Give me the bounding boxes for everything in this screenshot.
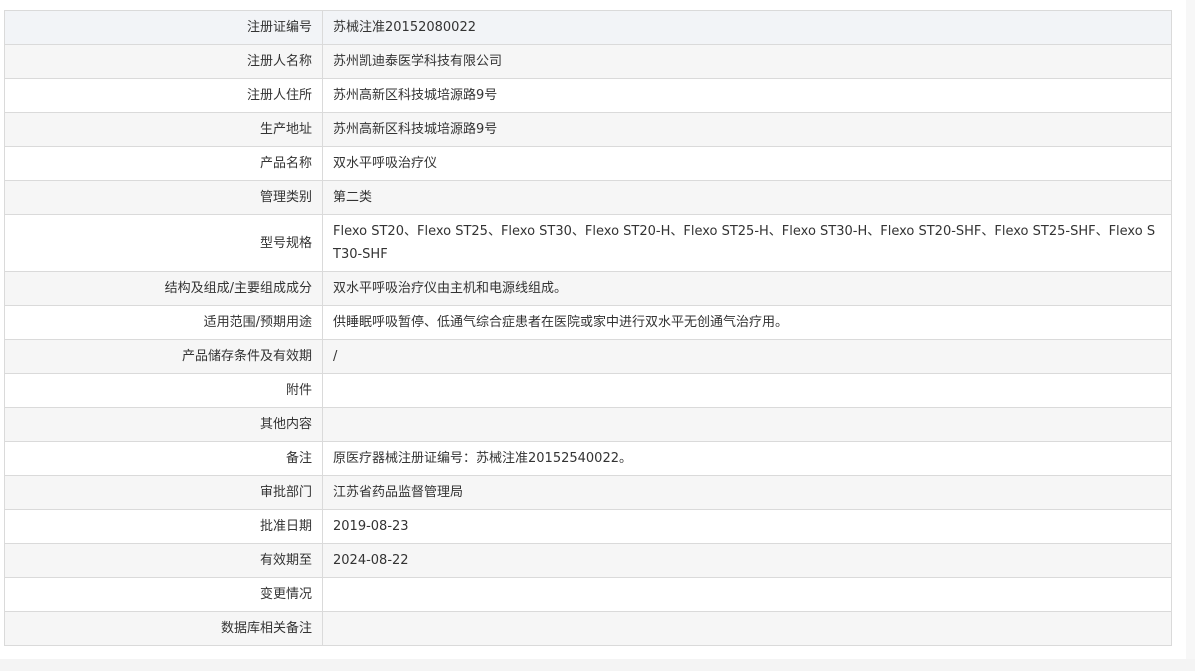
table-row: 有效期至 2024-08-22 <box>4 543 1172 578</box>
field-label: 审批部门 <box>4 475 323 510</box>
field-value: 2024-08-22 <box>322 543 1172 578</box>
field-value <box>322 611 1172 646</box>
field-value: 供睡眠呼吸暂停、低通气综合症患者在医院或家中进行双水平无创通气治疗用。 <box>322 305 1172 340</box>
field-label: 变更情况 <box>4 577 323 612</box>
table-row: 管理类别 第二类 <box>4 180 1172 215</box>
table-row: 附件 <box>4 373 1172 408</box>
table-row: 注册人名称 苏州凯迪泰医学科技有限公司 <box>4 44 1172 79</box>
table-row: 注册人住所 苏州高新区科技城培源路9号 <box>4 78 1172 113</box>
field-value: 江苏省药品监督管理局 <box>322 475 1172 510</box>
field-value: / <box>322 339 1172 374</box>
field-label: 结构及组成/主要组成成分 <box>4 271 323 306</box>
table-row: 变更情况 <box>4 577 1172 612</box>
field-value <box>322 373 1172 408</box>
page-footer-band <box>0 659 1195 671</box>
table-row: 产品名称 双水平呼吸治疗仪 <box>4 146 1172 181</box>
table-row: 注册证编号 苏械注准20152080022 <box>4 10 1172 45</box>
table-row: 审批部门 江苏省药品监督管理局 <box>4 475 1172 510</box>
field-value: 苏械注准20152080022 <box>322 10 1172 45</box>
field-label: 批准日期 <box>4 509 323 544</box>
table-row: 适用范围/预期用途 供睡眠呼吸暂停、低通气综合症患者在医院或家中进行双水平无创通… <box>4 305 1172 340</box>
field-label: 其他内容 <box>4 407 323 442</box>
field-label: 生产地址 <box>4 112 323 147</box>
field-value: 2019-08-23 <box>322 509 1172 544</box>
table-row: 生产地址 苏州高新区科技城培源路9号 <box>4 112 1172 147</box>
field-label: 产品储存条件及有效期 <box>4 339 323 374</box>
field-value: 苏州凯迪泰医学科技有限公司 <box>322 44 1172 79</box>
field-label: 有效期至 <box>4 543 323 578</box>
table-row: 其他内容 <box>4 407 1172 442</box>
field-value <box>322 407 1172 442</box>
page: 注册证编号 苏械注准20152080022 注册人名称 苏州凯迪泰医学科技有限公… <box>0 0 1195 671</box>
field-value: 苏州高新区科技城培源路9号 <box>322 78 1172 113</box>
field-label: 注册人住所 <box>4 78 323 113</box>
field-value: 原医疗器械注册证编号：苏械注准20152540022。 <box>322 441 1172 476</box>
table-row: 产品储存条件及有效期 / <box>4 339 1172 374</box>
table-row: 备注 原医疗器械注册证编号：苏械注准20152540022。 <box>4 441 1172 476</box>
field-label: 适用范围/预期用途 <box>4 305 323 340</box>
field-value: 双水平呼吸治疗仪 <box>322 146 1172 181</box>
field-value: 双水平呼吸治疗仪由主机和电源线组成。 <box>322 271 1172 306</box>
field-label: 管理类别 <box>4 180 323 215</box>
field-label: 数据库相关备注 <box>4 611 323 646</box>
field-label: 产品名称 <box>4 146 323 181</box>
table-row: 数据库相关备注 <box>4 611 1172 646</box>
field-value: 苏州高新区科技城培源路9号 <box>322 112 1172 147</box>
field-label: 附件 <box>4 373 323 408</box>
field-value: 第二类 <box>322 180 1172 215</box>
scrollbar-track[interactable] <box>1186 0 1195 671</box>
table-row: 批准日期 2019-08-23 <box>4 509 1172 544</box>
field-value <box>322 577 1172 612</box>
table-row: 结构及组成/主要组成成分 双水平呼吸治疗仪由主机和电源线组成。 <box>4 271 1172 306</box>
field-value: Flexo ST20、Flexo ST25、Flexo ST30、Flexo S… <box>322 214 1172 272</box>
table-row: 型号规格 Flexo ST20、Flexo ST25、Flexo ST30、Fl… <box>4 214 1172 272</box>
field-label: 备注 <box>4 441 323 476</box>
field-label: 注册人名称 <box>4 44 323 79</box>
field-label: 注册证编号 <box>4 10 323 45</box>
registration-record-table: 注册证编号 苏械注准20152080022 注册人名称 苏州凯迪泰医学科技有限公… <box>4 10 1172 646</box>
field-label: 型号规格 <box>4 214 323 272</box>
